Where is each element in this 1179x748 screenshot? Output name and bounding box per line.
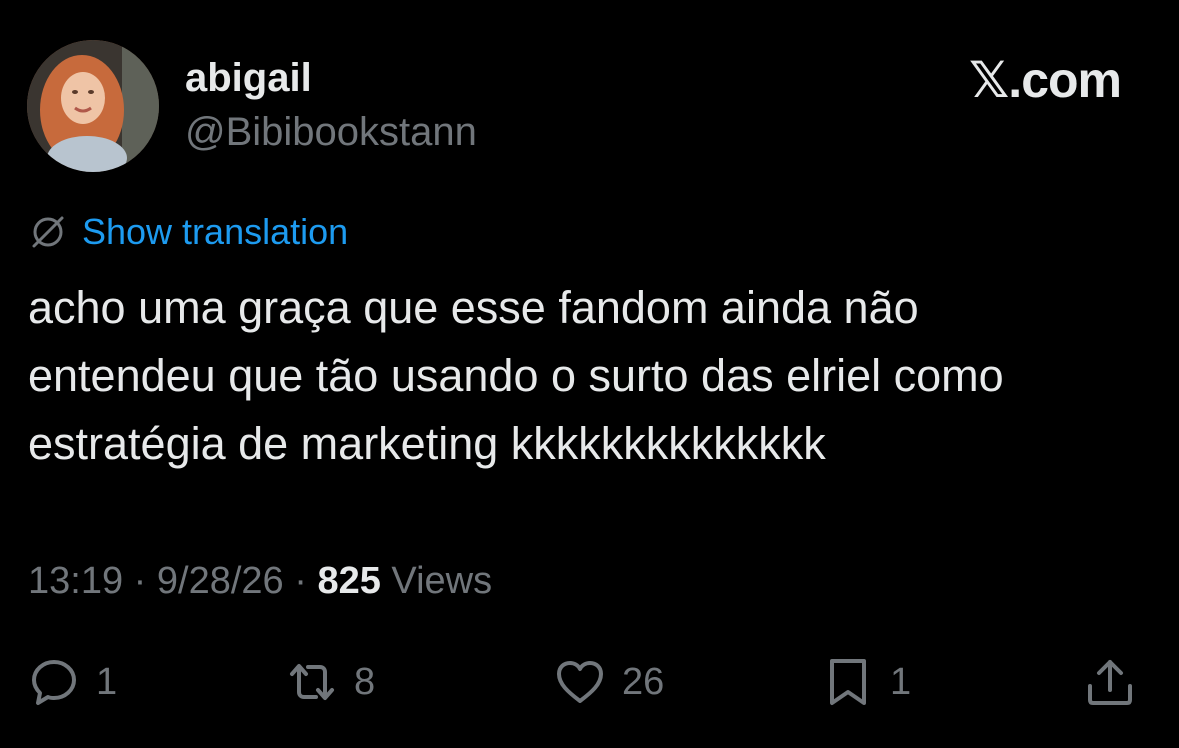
- avatar[interactable]: [27, 40, 159, 172]
- views-count[interactable]: 825: [317, 560, 380, 602]
- share-icon: [1084, 656, 1136, 708]
- retweet-icon: [286, 656, 338, 708]
- tweet-text: acho uma graça que esse fandom ainda não…: [28, 282, 1004, 469]
- brand-logo: 𝕏.com: [969, 52, 1122, 108]
- retweet-button[interactable]: 8: [286, 650, 375, 714]
- reply-count: 1: [96, 660, 118, 703]
- translation-row[interactable]: Show translation: [28, 210, 348, 254]
- display-name[interactable]: abigail: [185, 56, 312, 100]
- tweet-time[interactable]: 13:19: [28, 560, 123, 602]
- retweet-count: 8: [354, 660, 376, 703]
- bookmark-button[interactable]: 1: [822, 650, 911, 714]
- show-translation-link[interactable]: Show translation: [82, 210, 348, 254]
- share-button[interactable]: [1084, 650, 1136, 714]
- profile-photo: [27, 40, 159, 172]
- tweet-date[interactable]: 9/28/26: [157, 560, 284, 602]
- tweet-meta: 13:19 · 9/28/26 · 825 Views: [28, 556, 492, 606]
- like-count: 26: [622, 660, 665, 703]
- heart-icon: [554, 656, 606, 708]
- like-button[interactable]: 26: [554, 650, 664, 714]
- reply-button[interactable]: 1: [28, 650, 117, 714]
- meta-separator: ·: [283, 560, 318, 602]
- views-label: Views: [380, 560, 493, 602]
- reply-icon: [28, 656, 80, 708]
- meta-separator: ·: [123, 560, 157, 602]
- user-handle[interactable]: @Bibibookstann: [185, 110, 477, 154]
- action-bar: 1 8 26 1: [28, 650, 1148, 714]
- globe-slash-icon: [28, 212, 68, 252]
- bookmark-icon: [822, 656, 874, 708]
- bookmark-count: 1: [890, 660, 912, 703]
